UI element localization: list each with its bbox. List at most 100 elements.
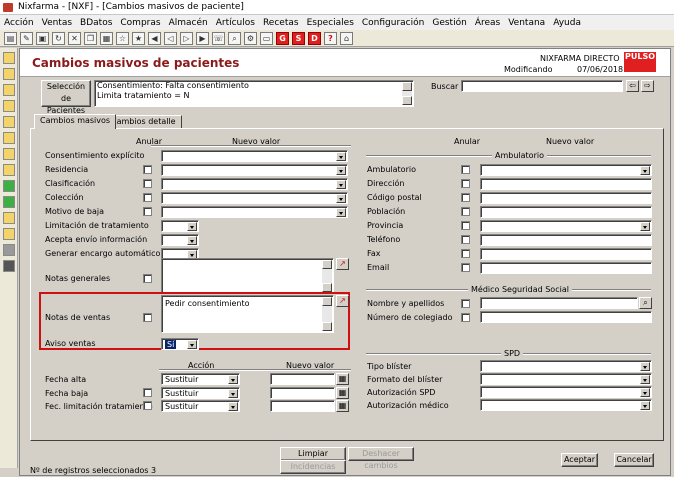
- s-button[interactable]: S: [292, 31, 305, 45]
- aceptar-button[interactable]: Aceptar: [561, 453, 598, 467]
- last-icon[interactable]: ▶: [196, 31, 209, 45]
- menu-item-almacen[interactable]: Almacén: [165, 18, 212, 28]
- email-checkbox[interactable]: [461, 263, 470, 272]
- paste-icon[interactable]: ▦: [100, 31, 113, 45]
- menu-item-gestion[interactable]: Gestión: [428, 18, 470, 28]
- residencia-checkbox[interactable]: [143, 165, 152, 174]
- acepta-select[interactable]: [161, 234, 199, 246]
- notas-generales-textarea[interactable]: [161, 258, 334, 294]
- telefono-input[interactable]: [480, 234, 652, 246]
- fax-input[interactable]: [480, 248, 652, 260]
- aviso-select[interactable]: Sí: [161, 338, 199, 350]
- search-forward-icon[interactable]: ⇨: [641, 80, 654, 92]
- menu-item-ventana[interactable]: Ventana: [504, 18, 549, 28]
- motivo-checkbox[interactable]: [143, 207, 152, 216]
- edit-icon[interactable]: ✎: [20, 31, 33, 45]
- clasificacion-select[interactable]: [161, 178, 348, 190]
- notas-generales-checkbox[interactable]: [143, 274, 152, 283]
- calendar-icon[interactable]: ▦: [336, 373, 349, 385]
- clasificacion-checkbox[interactable]: [143, 179, 152, 188]
- warning-icon[interactable]: [3, 212, 15, 224]
- cancelar-button[interactable]: Cancelar: [614, 453, 654, 467]
- fec-limitacion-input[interactable]: [270, 400, 335, 412]
- notas-ventas-textarea[interactable]: Pedir consentimiento: [161, 295, 334, 333]
- person-icon[interactable]: [3, 228, 15, 240]
- nombre-checkbox[interactable]: [461, 299, 470, 308]
- pharmacy-icon[interactable]: [3, 52, 15, 64]
- help-icon[interactable]: ?: [324, 31, 337, 45]
- expand-icon[interactable]: ↗: [336, 258, 349, 270]
- user-icon[interactable]: [3, 84, 15, 96]
- notas-ventas-checkbox[interactable]: [143, 313, 152, 322]
- fax-checkbox[interactable]: [461, 249, 470, 258]
- blister-select[interactable]: [480, 360, 652, 372]
- fec-limitacion-checkbox[interactable]: [143, 401, 152, 410]
- provincia-select[interactable]: [480, 220, 652, 232]
- deshacer-button[interactable]: Deshacer cambios: [348, 447, 414, 470]
- print-icon[interactable]: ▤: [4, 31, 17, 45]
- cycle-icon[interactable]: [3, 196, 15, 208]
- autspd-select[interactable]: [480, 386, 652, 398]
- menu-item-areas[interactable]: Áreas: [471, 18, 504, 28]
- fecha-alta-action[interactable]: Sustituir: [161, 373, 240, 385]
- search-icon[interactable]: ⌕: [228, 31, 241, 45]
- refresh-icon[interactable]: ↻: [52, 31, 65, 45]
- poblacion-input[interactable]: [480, 206, 652, 218]
- residencia-select[interactable]: [161, 164, 348, 176]
- menu-item-ventas[interactable]: Ventas: [38, 18, 76, 28]
- menu-item-configuracion[interactable]: Configuración: [358, 18, 428, 28]
- cp-input[interactable]: [480, 192, 652, 204]
- menu-item-especiales[interactable]: Especiales: [303, 18, 358, 28]
- telefono-checkbox[interactable]: [461, 235, 470, 244]
- fec-limitacion-action[interactable]: Sustituir: [161, 400, 240, 412]
- menu-item-recetas[interactable]: Recetas: [259, 18, 303, 28]
- list-icon[interactable]: [3, 148, 15, 160]
- colegiado-input[interactable]: [480, 311, 652, 323]
- tools-icon[interactable]: ⚙: [244, 31, 257, 45]
- menu-item-bdatos[interactable]: BDatos: [76, 18, 116, 28]
- autmed-select[interactable]: [480, 399, 652, 411]
- box-icon[interactable]: [3, 116, 15, 128]
- barcode-icon[interactable]: [3, 260, 15, 272]
- motivo-select[interactable]: [161, 206, 348, 218]
- formato-select[interactable]: [480, 373, 652, 385]
- criteria-scrollbar[interactable]: [402, 82, 412, 105]
- tab-cambios-masivos[interactable]: Cambios masivos: [34, 114, 117, 129]
- search-input[interactable]: [461, 80, 623, 92]
- tab-cambios-detalle[interactable]: Cambios detalle: [105, 115, 182, 129]
- provincia-checkbox[interactable]: [461, 221, 470, 230]
- g-button[interactable]: G: [276, 31, 289, 45]
- lookup-icon[interactable]: ⌕: [639, 297, 652, 309]
- pen-icon[interactable]: [3, 132, 15, 144]
- colegiado-checkbox[interactable]: [461, 313, 470, 322]
- fecha-baja-checkbox[interactable]: [143, 388, 152, 397]
- coleccion-select[interactable]: [161, 192, 348, 204]
- calendar-baja-icon[interactable]: ▦: [336, 387, 349, 399]
- card-icon[interactable]: [3, 68, 15, 80]
- criteria-box[interactable]: Consentimiento: Falta consentimiento Lim…: [94, 80, 414, 107]
- stack-icon[interactable]: [3, 164, 15, 176]
- fecha-baja-action[interactable]: Sustituir: [161, 387, 240, 399]
- copy-icon[interactable]: ❐: [84, 31, 97, 45]
- plus-icon[interactable]: [3, 180, 15, 192]
- search-back-icon[interactable]: ⇦: [626, 80, 639, 92]
- limpiar-button[interactable]: Limpiar: [280, 447, 346, 461]
- fecha-alta-input[interactable]: [270, 373, 335, 385]
- phone-icon[interactable]: ☏: [212, 31, 225, 45]
- delete-icon[interactable]: ✕: [68, 31, 81, 45]
- prev-icon[interactable]: ◁: [164, 31, 177, 45]
- poblacion-checkbox[interactable]: [461, 207, 470, 216]
- nombre-input[interactable]: [480, 297, 638, 309]
- save-icon[interactable]: ▣: [36, 31, 49, 45]
- direccion-input[interactable]: [480, 178, 652, 190]
- menu-item-articulos[interactable]: Artículos: [212, 18, 259, 28]
- first-icon[interactable]: ◀: [148, 31, 161, 45]
- shop-icon[interactable]: [3, 100, 15, 112]
- selection-button[interactable]: Selección de Pacientes: [41, 80, 91, 115]
- home-icon[interactable]: ⌂: [340, 31, 353, 45]
- direccion-checkbox[interactable]: [461, 179, 470, 188]
- fecha-baja-input[interactable]: [270, 387, 335, 399]
- menu-item-accion[interactable]: Acción: [0, 18, 38, 28]
- consentimiento-select[interactable]: [161, 150, 348, 162]
- cart-icon[interactable]: ▭: [260, 31, 273, 45]
